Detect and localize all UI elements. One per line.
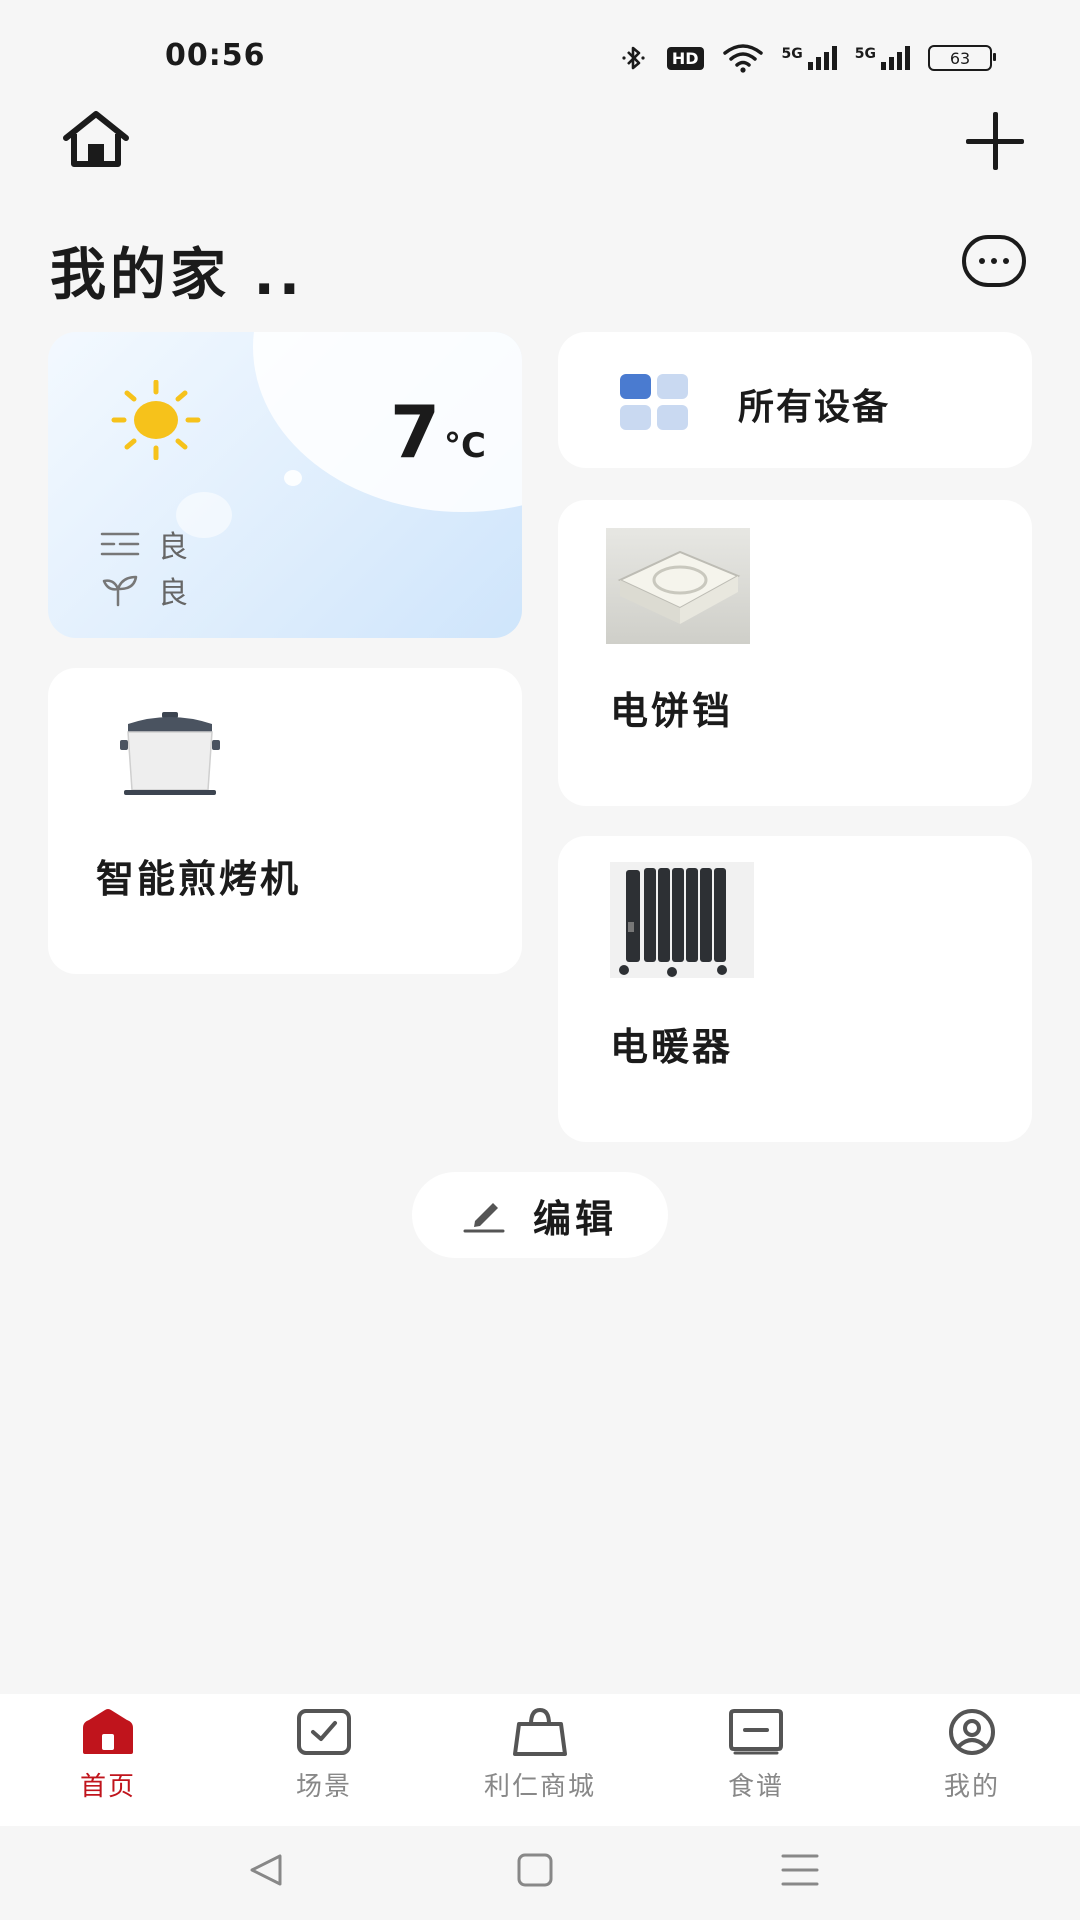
battery-icon: 63 <box>928 45 996 71</box>
plant-index-row: 良 <box>100 568 188 612</box>
plant-index-value: 良 <box>158 576 188 611</box>
tab-label: 利仁商城 <box>483 1772 596 1802</box>
edit-button[interactable]: 编辑 <box>412 1172 668 1258</box>
tab-recipes[interactable]: 食谱 <box>681 1708 831 1803</box>
temperature-value: 7 <box>389 390 441 474</box>
network-type-2: 5G <box>854 46 876 62</box>
tab-label: 我的 <box>943 1772 1000 1802</box>
temperature: 7 °C <box>390 390 486 474</box>
grid-icon <box>620 374 690 430</box>
status-time: 00:56 <box>165 38 266 73</box>
home-outline-icon <box>63 111 129 167</box>
tab-scenes[interactable]: 场景 <box>249 1708 399 1803</box>
more-circle-icon <box>979 258 985 264</box>
sprout-icon <box>102 575 138 607</box>
device-card-heater[interactable]: 电暖器 <box>558 836 1032 1142</box>
device-name: 电饼铛 <box>610 689 734 733</box>
shopping-bag-icon <box>513 1708 567 1756</box>
page-title[interactable]: 我的家 .. <box>50 230 304 311</box>
edit-label: 编辑 <box>532 1196 617 1241</box>
weather-card[interactable]: 7 °C 良 良 <box>48 332 522 638</box>
all-devices-label: 所有设备 <box>738 387 891 428</box>
oil-radiator-heater-image <box>610 862 754 978</box>
device-card-griddle[interactable]: 电饼铛 <box>558 500 1032 806</box>
hd-voice-badge: HD <box>666 46 704 70</box>
tab-label: 场景 <box>295 1772 352 1802</box>
network-type-1: 5G <box>781 46 803 62</box>
recipe-card-icon <box>729 1709 783 1755</box>
back-nav-icon[interactable] <box>246 1850 286 1890</box>
temperature-unit: °C <box>444 426 486 466</box>
status-icons: HD 5G 5G 63 <box>619 40 996 76</box>
all-devices-card[interactable]: 所有设备 <box>558 332 1032 468</box>
tab-mall[interactable]: 利仁商城 <box>465 1708 615 1803</box>
tab-home[interactable]: 首页 <box>33 1708 183 1803</box>
recent-apps-nav-icon[interactable] <box>780 1850 820 1890</box>
add-device-button[interactable] <box>966 112 1024 170</box>
home-nav-icon[interactable] <box>516 1852 554 1888</box>
profile-circle-icon <box>949 1709 995 1755</box>
signal-2-icon: 5G <box>855 46 910 70</box>
pencil-icon <box>463 1203 505 1233</box>
checkbox-icon <box>297 1709 351 1755</box>
cooker-pot-image <box>118 710 222 800</box>
more-options-button[interactable] <box>962 235 1026 287</box>
tab-label: 食谱 <box>727 1772 784 1802</box>
haze-lines-icon <box>100 532 140 556</box>
device-name: 电暖器 <box>610 1025 734 1069</box>
sun-icon <box>111 380 201 460</box>
device-name: 智能煎烤机 <box>96 857 302 901</box>
tab-label: 首页 <box>79 1772 136 1802</box>
tab-profile[interactable]: 我的 <box>897 1708 1047 1803</box>
system-nav-bar <box>0 1826 1080 1920</box>
home-switch-button[interactable] <box>60 110 132 170</box>
bottom-tab-bar: 首页 场景 利仁商城 食谱 我的 <box>0 1694 1080 1826</box>
wifi-icon <box>722 44 763 73</box>
air-quality-value: 良 <box>158 530 188 565</box>
home-filled-icon <box>83 1709 133 1754</box>
griddle-pan-image <box>606 528 750 644</box>
air-quality-row: 良 <box>100 522 188 566</box>
signal-1-icon: 5G <box>782 46 837 70</box>
device-card-cooker[interactable]: 智能煎烤机 <box>48 668 522 974</box>
bluetooth-icon <box>622 46 645 70</box>
battery-level: 63 <box>949 48 971 68</box>
